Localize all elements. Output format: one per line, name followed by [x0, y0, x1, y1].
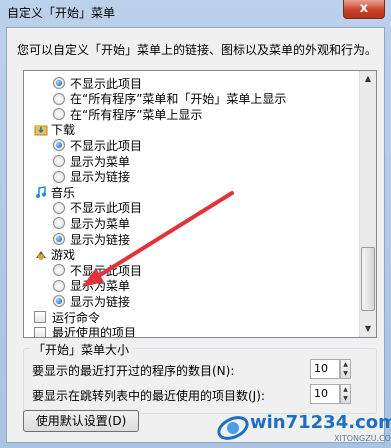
red-arrow-annotation — [82, 191, 234, 287]
watermark: win71234.com XITONGZU.COM — [214, 408, 391, 448]
watermark-logo-icon — [217, 416, 249, 440]
watermark-subtext: XITONGZU.COM — [334, 434, 391, 443]
watermark-text: win71234.com — [250, 412, 391, 433]
